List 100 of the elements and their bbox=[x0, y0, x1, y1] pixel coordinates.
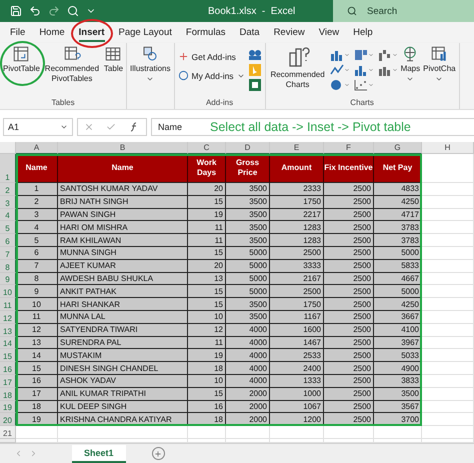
table-cell: 5000 bbox=[374, 285, 422, 298]
ribbon-command[interactable]: Get Add-ins bbox=[178, 51, 245, 62]
row-number[interactable]: 13 bbox=[0, 324, 16, 337]
table-cell: 4 bbox=[16, 221, 58, 234]
search-field[interactable]: Search bbox=[333, 0, 474, 22]
combo-chart-icon[interactable] bbox=[378, 64, 392, 76]
row-number[interactable]: 14 bbox=[0, 336, 16, 350]
row-number[interactable]: 11 bbox=[0, 298, 16, 311]
ribbon-command[interactable]: Maps bbox=[400, 45, 420, 83]
table-cell: 1333 bbox=[270, 374, 324, 388]
search-icon[interactable] bbox=[67, 5, 79, 17]
table-cell: 2167 bbox=[270, 272, 324, 286]
table-cell: 2000 bbox=[226, 388, 270, 401]
table-cell: 3500 bbox=[226, 298, 270, 311]
save-icon[interactable] bbox=[10, 5, 22, 17]
pie-chart-icon[interactable] bbox=[330, 79, 344, 91]
row-number[interactable]: 21 bbox=[0, 426, 16, 440]
name-box[interactable]: A1 bbox=[3, 118, 73, 136]
table-cell: 5000 bbox=[226, 246, 270, 260]
table-cell: 2500 bbox=[324, 374, 374, 388]
table-cell: 2500 bbox=[324, 310, 374, 324]
row-number[interactable]: 9 bbox=[0, 272, 16, 286]
column-header[interactable]: G bbox=[374, 142, 422, 154]
people-icon[interactable] bbox=[248, 49, 262, 61]
add-sheet-button[interactable] bbox=[152, 447, 165, 460]
row-number[interactable]: 12 bbox=[0, 310, 16, 324]
row-number[interactable]: 1 bbox=[0, 154, 16, 183]
row-number[interactable]: 8 bbox=[0, 260, 16, 273]
column-header[interactable]: E bbox=[270, 142, 324, 154]
ribbon-tab[interactable]: View bbox=[318, 24, 340, 42]
sheet-tab[interactable]: Sheet1 bbox=[72, 444, 126, 462]
table-cell: 4000 bbox=[226, 374, 270, 388]
table-icon bbox=[104, 45, 122, 63]
row-number[interactable]: 16 bbox=[0, 362, 16, 375]
table-cell: 3500 bbox=[226, 183, 270, 196]
group-label: Tables bbox=[50, 97, 76, 109]
column-header[interactable]: B bbox=[58, 142, 188, 154]
table-cell: 1283 bbox=[270, 221, 324, 234]
row-number[interactable]: 15 bbox=[0, 349, 16, 362]
redo-icon[interactable] bbox=[48, 5, 60, 17]
ribbon-command[interactable]: My Add-ins bbox=[178, 70, 245, 81]
row-number[interactable]: 18 bbox=[0, 388, 16, 401]
ribbon-command[interactable]: Table bbox=[104, 45, 124, 74]
ribbon-tab[interactable]: Home bbox=[39, 24, 65, 42]
ribbon-tab[interactable]: Data bbox=[239, 24, 260, 42]
statistic-chart-icon[interactable] bbox=[354, 64, 368, 76]
table-cell: 1000 bbox=[270, 388, 324, 401]
ribbon-tab[interactable]: Formulas bbox=[186, 24, 226, 42]
row-number[interactable]: 4 bbox=[0, 208, 16, 222]
row-number[interactable]: 2 bbox=[0, 183, 16, 196]
column-header[interactable]: C bbox=[188, 142, 226, 154]
column-header[interactable]: D bbox=[226, 142, 270, 154]
ribbon-command[interactable]: Recommended PivotTables bbox=[42, 45, 101, 84]
ribbon-command[interactable]: Illustrations bbox=[130, 45, 171, 83]
caret-icon bbox=[392, 67, 398, 73]
scatter-chart-icon[interactable] bbox=[354, 79, 368, 91]
ribbon-command[interactable]: Recommended Charts bbox=[268, 45, 327, 90]
ribbon-command[interactable]: PivotCha bbox=[423, 45, 456, 83]
ribbon-command[interactable]: PivotTable bbox=[3, 45, 40, 74]
treemap-icon[interactable] bbox=[354, 49, 368, 61]
caret-icon bbox=[392, 52, 398, 58]
row-number[interactable]: 5 bbox=[0, 221, 16, 234]
table-cell: 15 bbox=[188, 298, 226, 311]
column-header[interactable]: H bbox=[422, 142, 474, 154]
table-cell: 2333 bbox=[270, 183, 324, 196]
caret-icon bbox=[435, 75, 444, 83]
column-chart-icon[interactable] bbox=[330, 49, 344, 61]
waterfall-chart-icon[interactable] bbox=[378, 49, 392, 61]
table-cell: 3500 bbox=[226, 310, 270, 324]
row-number[interactable]: 3 bbox=[0, 196, 16, 209]
ribbon-tab[interactable]: Help bbox=[353, 24, 373, 42]
table-cell: 2500 bbox=[324, 336, 374, 350]
table-cell: DINESH SINGH CHANDEL bbox=[58, 362, 188, 375]
undo-icon[interactable] bbox=[29, 5, 41, 17]
table-cell: 2500 bbox=[324, 349, 374, 362]
ribbon-tab[interactable]: Review bbox=[274, 24, 305, 42]
row-number[interactable]: 6 bbox=[0, 234, 16, 247]
row-number[interactable]: 7 bbox=[0, 246, 16, 260]
table-cell: SATYENDRA TIWARI bbox=[58, 324, 188, 337]
header-cell: Name bbox=[58, 154, 188, 183]
table-cell: 3783 bbox=[374, 221, 422, 234]
line-chart-icon[interactable] bbox=[330, 64, 344, 76]
header-cell: Work Days bbox=[188, 154, 226, 183]
header-cell: Gross Price bbox=[226, 154, 270, 183]
row-number[interactable]: 10 bbox=[0, 285, 16, 298]
row-number[interactable]: 17 bbox=[0, 374, 16, 388]
table-cell: HARI SHANKAR bbox=[58, 298, 188, 311]
table-cell: 2500 bbox=[324, 400, 374, 414]
caret-icon bbox=[344, 82, 350, 88]
column-header[interactable]: F bbox=[324, 142, 374, 154]
row-number[interactable]: 20 bbox=[0, 413, 16, 426]
ribbon-tab[interactable]: File bbox=[10, 24, 26, 42]
ribbon-tab[interactable]: Page Layout bbox=[118, 24, 172, 42]
highlight-ring bbox=[0, 41, 45, 86]
formula-field[interactable]: Name bbox=[158, 122, 182, 132]
instruction-note: Select all data -> Inset -> Pivot table bbox=[210, 120, 411, 134]
table-cell: 1067 bbox=[270, 400, 324, 414]
row-number[interactable]: 19 bbox=[0, 400, 16, 414]
column-header[interactable]: A bbox=[16, 142, 58, 154]
table-cell: 10 bbox=[16, 298, 58, 311]
